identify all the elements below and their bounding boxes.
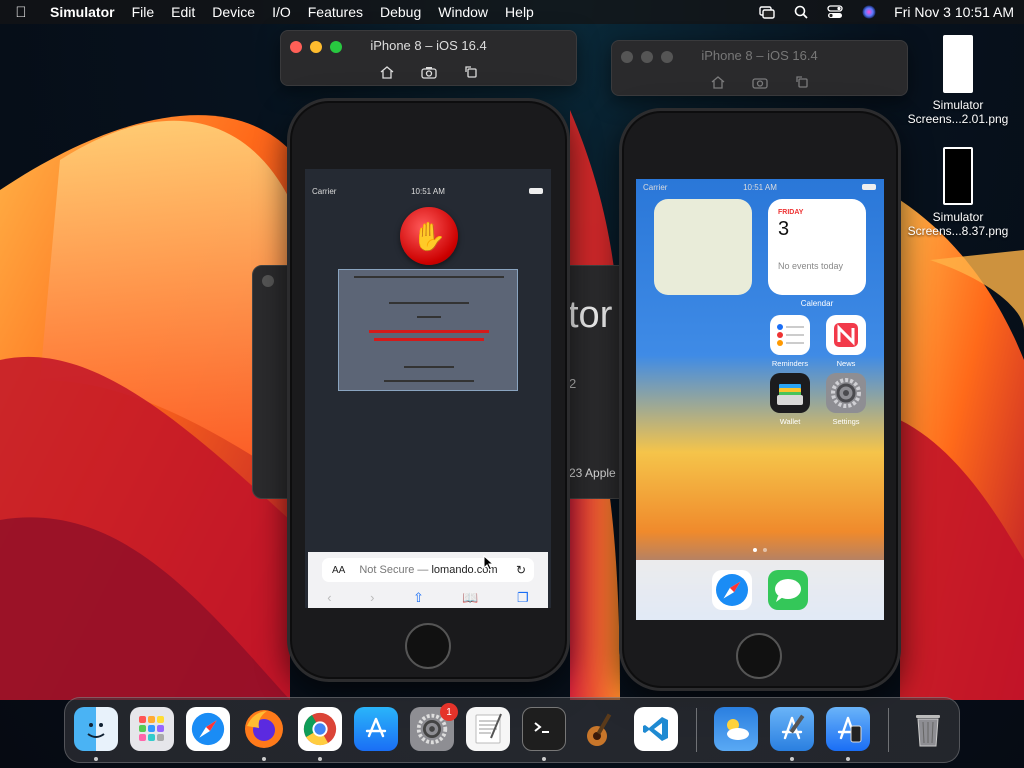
url-text[interactable]: Not Secure — lomando.com <box>359 564 497 576</box>
right-phone-home-screen[interactable]: Carrier 10:51 AM FRIDAY 3 No events toda… <box>636 179 884 620</box>
weather-icon[interactable] <box>714 707 758 751</box>
status-bar: Carrier 10:51 AM <box>636 179 884 195</box>
control-center-icon[interactable] <box>826 5 844 19</box>
screen-mirroring-icon[interactable] <box>758 5 776 19</box>
safari-toolbar: AA Not Secure — lomando.com ↻ ‹ › ⇧ 📖 ❐ <box>308 552 548 608</box>
screenshot-camera-icon[interactable] <box>751 74 769 90</box>
finder-icon[interactable] <box>74 707 118 751</box>
reminders-label: Reminders <box>771 359 809 368</box>
simulator-window-titlebar-inactive[interactable]: iPhone 8 – iOS 16.4 <box>611 40 908 96</box>
textedit-icon[interactable] <box>466 707 510 751</box>
menu-debug[interactable]: Debug <box>380 4 421 20</box>
messages-icon[interactable] <box>768 570 808 610</box>
menu-io[interactable]: I/O <box>272 4 291 20</box>
forward-icon[interactable]: › <box>370 590 374 606</box>
text-size-button[interactable]: AA <box>332 565 345 576</box>
wallet-label: Wallet <box>779 417 801 426</box>
bookmarks-icon[interactable]: 📖 <box>462 590 478 606</box>
about-version: 2 <box>569 376 577 391</box>
blank-widget[interactable] <box>654 199 752 295</box>
menubar-clock[interactable]: Fri Nov 3 10:51 AM <box>894 4 1014 20</box>
home-button-right[interactable] <box>736 633 782 679</box>
simulator-window-titlebar-active[interactable]: iPhone 8 – iOS 16.4 <box>280 30 577 86</box>
reload-icon[interactable]: ↻ <box>516 563 526 577</box>
menu-edit[interactable]: Edit <box>171 4 195 20</box>
calendar-weekday: FRIDAY <box>778 209 804 216</box>
xcode-icon[interactable] <box>770 707 814 751</box>
address-bar[interactable]: AA Not Secure — lomando.com ↻ <box>322 558 534 582</box>
terminal-icon[interactable] <box>522 707 566 751</box>
screenshot-camera-icon[interactable] <box>420 64 438 80</box>
desktop-file-screenshot-2[interactable]: Simulator Screens...8.37.png <box>898 147 1018 238</box>
screenshot-thumbnail <box>943 147 973 205</box>
notification-badge: 1 <box>440 703 458 721</box>
menu-help[interactable]: Help <box>505 4 534 20</box>
safari-icon[interactable] <box>186 707 230 751</box>
wallet-icon[interactable] <box>770 373 810 413</box>
tabs-icon[interactable]: ❐ <box>517 590 529 606</box>
url-security-label: Not Secure — <box>359 564 432 576</box>
reminders-icon[interactable] <box>770 315 810 355</box>
menu-bar:  Simulator File Edit Device I/O Feature… <box>0 0 1024 24</box>
share-icon[interactable]: ⇧ <box>413 590 424 606</box>
menu-app-simulator[interactable]: Simulator <box>50 4 115 20</box>
calendar-widget[interactable]: FRIDAY 3 No events today <box>768 199 866 295</box>
screenshot-thumbnail <box>943 35 973 93</box>
dock-separator <box>888 708 889 752</box>
vscode-icon[interactable] <box>634 707 678 751</box>
page-indicator[interactable] <box>636 548 884 552</box>
stop-hand-icon: ✋ <box>400 207 458 265</box>
simulator-window-title: iPhone 8 – iOS 16.4 <box>370 38 487 53</box>
status-bar: Carrier 10:51 AM <box>305 183 551 199</box>
battery-icon <box>862 184 876 190</box>
status-time: 10:51 AM <box>743 183 777 192</box>
mouse-cursor-icon <box>483 555 495 571</box>
system-settings-icon[interactable]: 1 <box>410 703 458 751</box>
about-title: tor <box>568 294 613 336</box>
menu-window[interactable]: Window <box>438 4 488 20</box>
rotate-icon[interactable] <box>462 64 480 80</box>
calendar-widget-label: Calendar <box>800 299 834 308</box>
firefox-icon[interactable] <box>242 707 286 751</box>
apple-menu-icon[interactable]:  <box>10 4 32 21</box>
file-name-line2: Screens...8.37.png <box>907 224 1009 238</box>
ios-dock <box>636 560 884 620</box>
app-store-icon[interactable] <box>354 707 398 751</box>
garageband-icon[interactable] <box>578 707 622 751</box>
blocked-page-notice <box>338 269 518 391</box>
desktop-file-screenshot-1[interactable]: Simulator Screens...2.01.png <box>898 35 1018 126</box>
calendar-events: No events today <box>778 261 844 271</box>
home-button-left[interactable] <box>405 623 451 669</box>
menu-file[interactable]: File <box>132 4 155 20</box>
launchpad-icon[interactable] <box>130 707 174 751</box>
menu-device[interactable]: Device <box>212 4 255 20</box>
file-name-line1: Simulator <box>932 98 984 112</box>
home-icon[interactable] <box>378 64 396 80</box>
about-close-button[interactable] <box>262 275 274 287</box>
news-label: News <box>836 359 856 368</box>
left-phone-screen[interactable]: Carrier 10:51 AM ✋ AA Not Secure — loman… <box>305 169 551 608</box>
trash-icon[interactable] <box>906 707 950 751</box>
home-icon[interactable] <box>709 74 727 90</box>
file-name-line2: Screens...2.01.png <box>907 112 1009 126</box>
simulator-icon[interactable] <box>826 707 870 751</box>
file-name-line1: Simulator <box>932 210 984 224</box>
dock-separator <box>696 708 697 752</box>
spotlight-search-icon[interactable] <box>792 5 810 19</box>
chrome-icon[interactable] <box>298 707 342 751</box>
siri-icon[interactable] <box>860 5 878 19</box>
menu-features[interactable]: Features <box>308 4 363 20</box>
settings-icon[interactable] <box>826 373 866 413</box>
battery-icon <box>529 188 543 194</box>
simulator-window-title: iPhone 8 – iOS 16.4 <box>701 48 818 63</box>
status-time: 10:51 AM <box>411 187 445 196</box>
macos-dock: 1 <box>64 697 960 763</box>
calendar-date: 3 <box>778 218 790 240</box>
safari-icon[interactable] <box>712 570 752 610</box>
news-icon[interactable] <box>826 315 866 355</box>
back-icon[interactable]: ‹ <box>327 590 331 606</box>
rotate-icon[interactable] <box>793 74 811 90</box>
settings-label: Settings <box>832 417 860 426</box>
